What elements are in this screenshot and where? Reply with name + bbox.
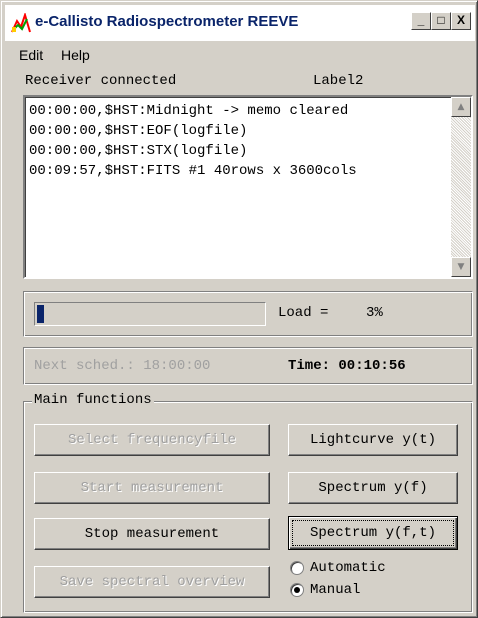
maximize-button[interactable]: □	[431, 12, 451, 30]
radio-automatic-circle[interactable]	[290, 561, 304, 575]
log-line: 00:00:00,$HST:STX(logfile)	[29, 143, 248, 159]
select-frequencyfile-button[interactable]: Select frequencyfile	[34, 424, 270, 456]
save-spectral-overview-button[interactable]: Save spectral overview	[34, 566, 270, 598]
spectrum-f-button[interactable]: Spectrum y(f)	[288, 472, 458, 504]
log-line: 00:00:00,$HST:EOF(logfile)	[29, 123, 248, 139]
load-progress-bar	[34, 302, 266, 326]
menu-help[interactable]: Help	[61, 47, 90, 63]
schedule-panel: Next sched.: 18:00:00 Time: 00:10:56	[23, 347, 473, 385]
arrow-down-icon: ▼	[457, 262, 465, 272]
scroll-down-button[interactable]: ▼	[451, 257, 471, 277]
start-measurement-button[interactable]: Start measurement	[34, 472, 270, 504]
focus-rectangle	[292, 520, 454, 546]
stop-measurement-button[interactable]: Stop measurement	[34, 518, 270, 550]
close-button[interactable]: X	[451, 12, 471, 30]
arrow-up-icon: ▲	[457, 102, 465, 112]
minimize-icon: _	[417, 13, 425, 27]
scroll-up-button[interactable]: ▲	[451, 97, 471, 117]
load-panel: Load = 3%	[23, 291, 473, 337]
main-functions-group: Main functions Select frequencyfile Star…	[23, 392, 473, 613]
callisto-app-icon	[11, 13, 31, 33]
receiver-status: Receiver connected	[25, 73, 177, 89]
app-window: e-Callisto Radiospectrometer REEVE _ □ X…	[0, 0, 478, 618]
log-scrollbar[interactable]: ▲ ▼	[451, 97, 471, 277]
log-line: 00:09:57,$HST:FITS #1 40rows x 3600cols	[29, 163, 357, 179]
label2-text: Label2	[313, 73, 364, 89]
group-title: Main functions	[32, 392, 154, 408]
load-progress-fill	[37, 305, 44, 323]
load-value: 3%	[366, 305, 383, 321]
radio-selected-dot	[294, 587, 300, 593]
menu-bar: Edit Help	[5, 45, 475, 67]
close-icon: X	[456, 13, 465, 27]
window-title: e-Callisto Radiospectrometer REEVE	[35, 13, 299, 30]
minimize-button[interactable]: _	[411, 12, 431, 30]
title-bar[interactable]: e-Callisto Radiospectrometer REEVE _ □ X	[5, 5, 475, 41]
radio-automatic-label: Automatic	[310, 560, 386, 576]
maximize-icon: □	[437, 13, 445, 27]
log-memo[interactable]: 00:00:00,$HST:Midnight -> memo cleared 0…	[23, 95, 473, 279]
spectrum-ft-button[interactable]: Spectrum y(f,t)	[288, 516, 458, 550]
time-text: Time: 00:10:56	[288, 358, 406, 374]
next-schedule-text: Next sched.: 18:00:00	[34, 358, 211, 374]
lightcurve-button[interactable]: Lightcurve y(t)	[288, 424, 458, 456]
radio-manual-circle[interactable]	[290, 583, 304, 597]
load-label: Load =	[278, 305, 329, 321]
radio-manual-label: Manual	[310, 582, 361, 598]
radio-automatic[interactable]: Automatic	[290, 560, 386, 576]
log-line: 00:00:00,$HST:Midnight -> memo cleared	[29, 103, 349, 119]
menu-edit[interactable]: Edit	[19, 47, 43, 63]
radio-manual[interactable]: Manual	[290, 582, 360, 598]
